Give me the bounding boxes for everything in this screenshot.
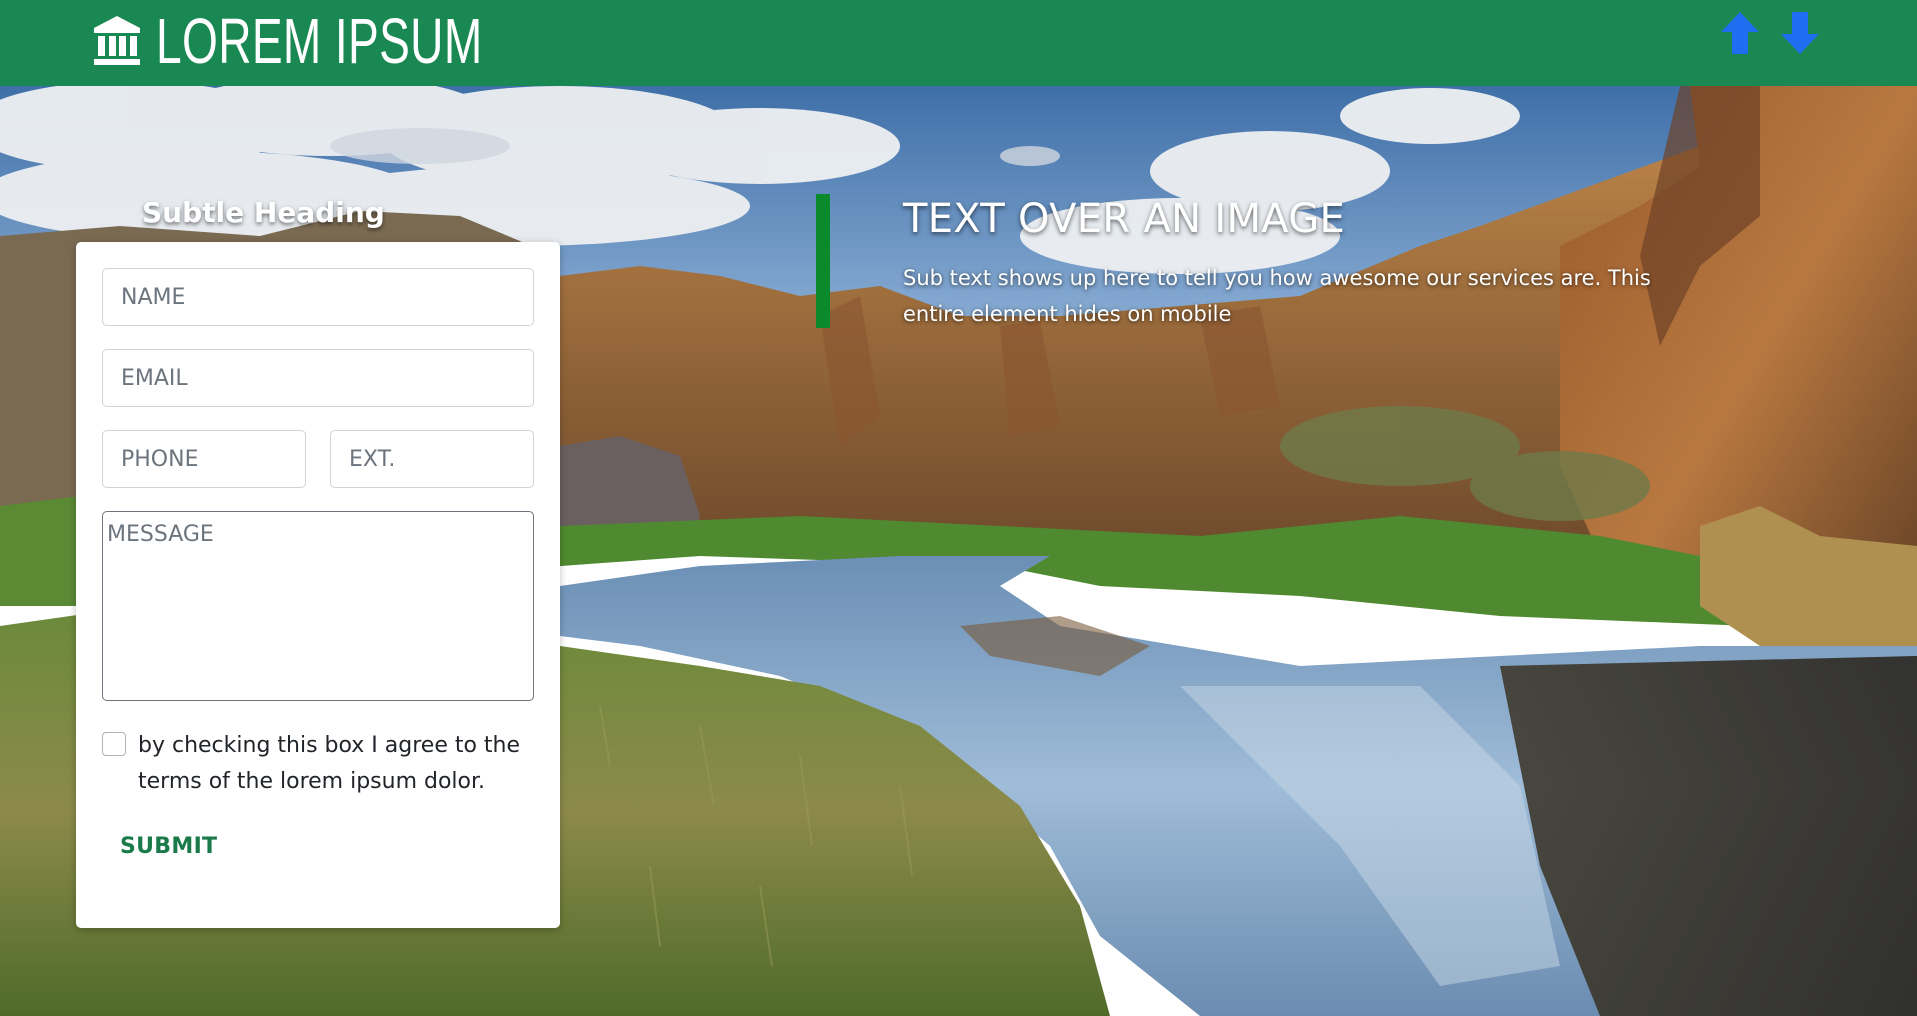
name-input[interactable] — [102, 268, 534, 326]
agree-row: by checking this box I agree to the term… — [102, 728, 522, 800]
nav-arrows — [1719, 10, 1821, 56]
arrow-up-icon[interactable] — [1719, 10, 1761, 56]
email-input[interactable] — [102, 349, 534, 407]
hero-subtext: Sub text shows up here to tell you how a… — [903, 266, 1651, 326]
page: LOREM IPSUM Subtle Heading by checking t… — [0, 0, 1917, 1016]
contact-form: by checking this box I agree to the term… — [76, 242, 560, 928]
submit-button[interactable]: SUBMIT — [120, 834, 217, 859]
bank-icon — [94, 16, 140, 65]
agree-label: by checking this box I agree to the term… — [138, 733, 521, 794]
hero-title: TEXT OVER AN IMAGE — [903, 196, 1346, 242]
message-textarea[interactable] — [102, 511, 534, 701]
arrow-down-icon[interactable] — [1779, 10, 1821, 56]
accent-bar — [816, 194, 830, 328]
ext-input[interactable] — [330, 430, 534, 488]
phone-input[interactable] — [102, 430, 306, 488]
form-heading: Subtle Heading — [142, 196, 385, 229]
top-navbar: LOREM IPSUM — [0, 0, 1917, 86]
brand-name: LOREM IPSUM — [156, 5, 483, 77]
brand[interactable]: LOREM IPSUM — [92, 6, 610, 76]
agree-checkbox[interactable] — [102, 732, 126, 756]
